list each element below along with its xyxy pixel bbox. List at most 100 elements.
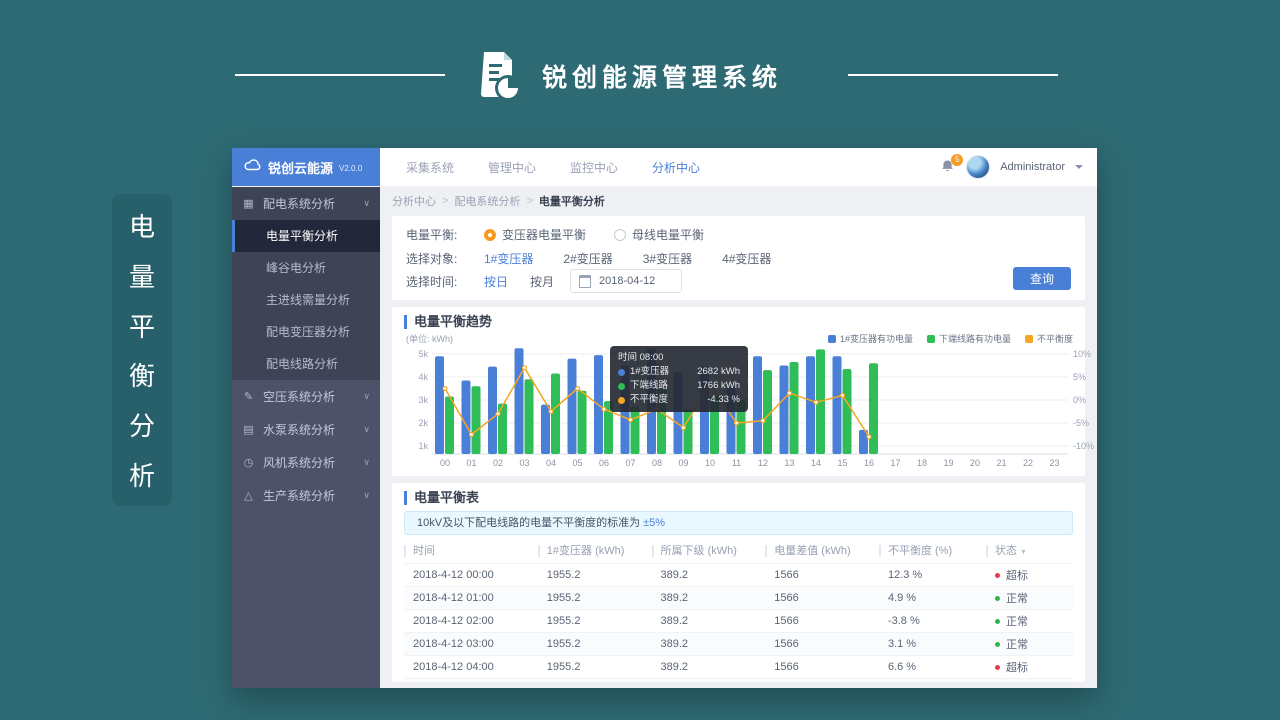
- table-cell: 389.2: [652, 564, 766, 587]
- svg-text:02: 02: [493, 458, 503, 468]
- table-cell: 2018-4-12 03:00: [404, 633, 538, 656]
- sidebar-group: ◷风机系统分析∨: [232, 446, 380, 479]
- query-button[interactable]: 查询: [1013, 267, 1071, 290]
- balance-table-title: 电量平衡表: [404, 491, 1073, 505]
- table-header: 1#变压器 (kWh): [538, 539, 652, 564]
- radio-icon: [484, 229, 496, 241]
- object-option[interactable]: 1#变压器: [484, 250, 533, 267]
- table-row: 2018-4-12 03:001955.2389.215663.1 %正常: [404, 633, 1073, 656]
- sidebar-group-label: 生产系统分析: [263, 487, 335, 504]
- svg-text:07: 07: [625, 458, 635, 468]
- sidebar-item[interactable]: 峰谷电分析: [232, 252, 380, 284]
- table-header: 不平衡度 (%): [879, 539, 986, 564]
- tooltip-series-value: -4.33 %: [707, 393, 740, 407]
- chevron-down-icon[interactable]: [1075, 165, 1083, 169]
- chevron-down-icon: ∨: [363, 391, 370, 402]
- svg-text:4k: 4k: [418, 372, 428, 382]
- date-picker[interactable]: [570, 269, 682, 293]
- tooltip-row: 1#变压器 2682 kWh: [618, 365, 740, 379]
- table-cell: 1955.2: [538, 610, 652, 633]
- svg-text:13: 13: [784, 458, 794, 468]
- time-label: 选择时间:: [406, 273, 468, 290]
- date-input[interactable]: [597, 274, 673, 288]
- table-row: 2018-4-12 05:001955.2389.215660.9 %正常: [404, 679, 1073, 683]
- app-logo[interactable]: 锐创云能源 V2.0.0: [232, 148, 380, 186]
- topnav-item[interactable]: 采集系统: [406, 159, 454, 176]
- sidebar-group-header[interactable]: ▤水泵系统分析∨: [232, 413, 380, 446]
- breadcrumb-item[interactable]: 电量平衡分析: [539, 193, 605, 209]
- header-divider-left: [235, 74, 445, 76]
- calendar-icon: [579, 275, 591, 288]
- status-dot: [995, 665, 1000, 670]
- object-option[interactable]: 4#变压器: [722, 250, 771, 267]
- svg-text:01: 01: [466, 458, 476, 468]
- status-dot: [995, 596, 1000, 601]
- table-header-label: 电量差值 (kWh): [765, 545, 850, 557]
- username[interactable]: Administrator: [1000, 161, 1065, 173]
- topnav-item[interactable]: 监控中心: [570, 159, 618, 176]
- time-mode-option[interactable]: 按月: [530, 273, 554, 290]
- sidebar-item[interactable]: 电量平衡分析: [232, 220, 380, 252]
- topnav-item[interactable]: 管理中心: [488, 159, 536, 176]
- topic-char: 析: [129, 456, 155, 493]
- legend-item[interactable]: 1#变压器有功电量: [828, 332, 913, 345]
- report-document-icon: [472, 48, 526, 107]
- topnav-item[interactable]: 分析中心: [652, 159, 700, 176]
- notification-bell-icon[interactable]: 5: [940, 159, 956, 175]
- legend-item[interactable]: 不平衡度: [1025, 332, 1073, 345]
- svg-text:17: 17: [890, 458, 900, 468]
- legend-label: 下端线路有功电量: [939, 332, 1011, 345]
- sidebar-group-header[interactable]: ▦配电系统分析∨: [232, 187, 380, 220]
- svg-text:22: 22: [1023, 458, 1033, 468]
- sidebar-group-header[interactable]: ✎空压系统分析∨: [232, 380, 380, 413]
- svg-text:00: 00: [440, 458, 450, 468]
- sort-caret-icon[interactable]: ▼: [1020, 549, 1027, 556]
- legend-item[interactable]: 下端线路有功电量: [927, 332, 1011, 345]
- table-row: 2018-4-12 04:001955.2389.215666.6 %超标: [404, 656, 1073, 679]
- chevron-down-icon: ∨: [363, 490, 370, 501]
- table-cell: 2018-4-12 05:00: [404, 679, 538, 683]
- content-area: 分析中心>配电系统分析>电量平衡分析 电量平衡: 变压器电量平衡母线电量平衡 选…: [380, 187, 1097, 688]
- svg-text:15: 15: [837, 458, 847, 468]
- svg-text:5%: 5%: [1073, 372, 1086, 382]
- svg-text:12: 12: [758, 458, 768, 468]
- balance-radio[interactable]: 母线电量平衡: [614, 226, 704, 243]
- object-option[interactable]: 2#变压器: [563, 250, 612, 267]
- breadcrumb: 分析中心>配电系统分析>电量平衡分析: [392, 193, 1085, 209]
- table-cell: 1955.2: [538, 656, 652, 679]
- tooltip-series-label: 1#变压器: [630, 365, 669, 379]
- sidebar-group-label: 空压系统分析: [263, 388, 335, 405]
- breadcrumb-item[interactable]: 分析中心: [392, 193, 436, 209]
- chevron-down-icon: ∨: [363, 198, 370, 209]
- sidebar-item[interactable]: 配电线路分析: [232, 348, 380, 380]
- table-header-status[interactable]: 状态▼: [986, 539, 1073, 564]
- grid-icon: ▦: [242, 197, 255, 210]
- svg-text:16: 16: [864, 458, 874, 468]
- sidebar-group-header[interactable]: △生产系统分析∨: [232, 479, 380, 512]
- table-header: 时间: [404, 539, 538, 564]
- breadcrumb-item[interactable]: 配电系统分析: [454, 193, 520, 209]
- tooltip-series-value: 1766 kWh: [697, 379, 740, 393]
- topic-char: 衡: [129, 356, 155, 393]
- sidebar-group-header[interactable]: ◷风机系统分析∨: [232, 446, 380, 479]
- topbar-right: 5 Administrator: [940, 148, 1097, 186]
- user-avatar[interactable]: [966, 155, 990, 179]
- table-cell: 1566: [765, 587, 879, 610]
- table-cell: 3.1 %: [879, 633, 986, 656]
- table-cell: 4.9 %: [879, 587, 986, 610]
- table-header: 所属下级 (kWh): [652, 539, 766, 564]
- chart-legend: 1#变压器有功电量 下端线路有功电量 不平衡度: [828, 332, 1073, 345]
- tooltip-series-value: 2682 kWh: [697, 365, 740, 379]
- chart-tooltip: 时间 08:00 1#变压器2682 kWh下端线路1766 kWh不平衡度-4…: [610, 346, 748, 412]
- object-option[interactable]: 3#变压器: [643, 250, 692, 267]
- balance-radio[interactable]: 变压器电量平衡: [484, 226, 586, 243]
- sidebar-item[interactable]: 配电变压器分析: [232, 316, 380, 348]
- status-cell: 超标: [986, 564, 1073, 587]
- svg-text:09: 09: [678, 458, 688, 468]
- svg-text:14: 14: [811, 458, 821, 468]
- time-mode-option[interactable]: 按日: [484, 273, 508, 290]
- status-badge: 超标: [1006, 570, 1028, 582]
- svg-text:11: 11: [732, 458, 741, 468]
- sidebar-item[interactable]: 主进线需量分析: [232, 284, 380, 316]
- svg-text:23: 23: [1049, 458, 1059, 468]
